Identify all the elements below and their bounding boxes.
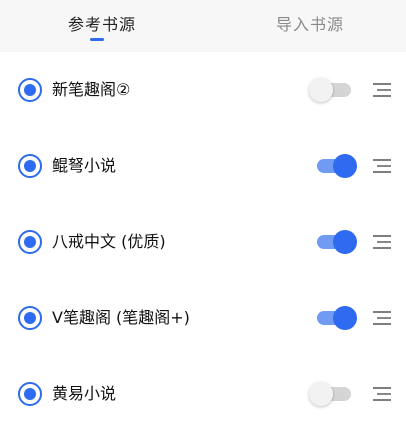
source-name: 黄易小说 — [52, 384, 117, 403]
source-toggle[interactable] — [313, 154, 357, 178]
radio-checked-icon[interactable] — [18, 78, 42, 102]
tab-bar: 参考书源 导入书源 — [0, 0, 406, 52]
radio-checked-icon[interactable] — [18, 306, 42, 330]
source-toggle[interactable] — [309, 78, 357, 102]
source-name: 八戒中文 (优质) — [52, 232, 166, 251]
source-row[interactable]: 八戒中文 (优质) — [0, 204, 406, 280]
source-name: 新笔趣阁② — [52, 80, 131, 99]
source-toggle[interactable] — [313, 306, 357, 330]
source-toggle[interactable] — [313, 230, 357, 254]
source-row[interactable]: 鲲弩小说 — [0, 128, 406, 204]
tab-reference-sources[interactable]: 参考书源 — [68, 14, 136, 38]
source-toggle[interactable] — [309, 382, 357, 406]
source-row[interactable]: 黄易小说 — [0, 356, 406, 432]
source-row[interactable]: 新笔趣阁② — [0, 52, 406, 128]
drag-handle-icon[interactable] — [373, 387, 391, 401]
drag-handle-icon[interactable] — [373, 311, 391, 325]
source-row[interactable]: V笔趣阁 (笔趣阁+) — [0, 280, 406, 356]
drag-handle-icon[interactable] — [373, 159, 391, 173]
radio-checked-icon[interactable] — [18, 382, 42, 406]
radio-checked-icon[interactable] — [18, 154, 42, 178]
drag-handle-icon[interactable] — [373, 235, 391, 249]
source-name: V笔趣阁 (笔趣阁+) — [52, 308, 190, 327]
source-name: 鲲弩小说 — [52, 156, 117, 175]
drag-handle-icon[interactable] — [373, 83, 391, 97]
radio-checked-icon[interactable] — [18, 230, 42, 254]
active-tab-indicator — [90, 38, 104, 41]
tab-import-sources[interactable]: 导入书源 — [276, 14, 344, 38]
